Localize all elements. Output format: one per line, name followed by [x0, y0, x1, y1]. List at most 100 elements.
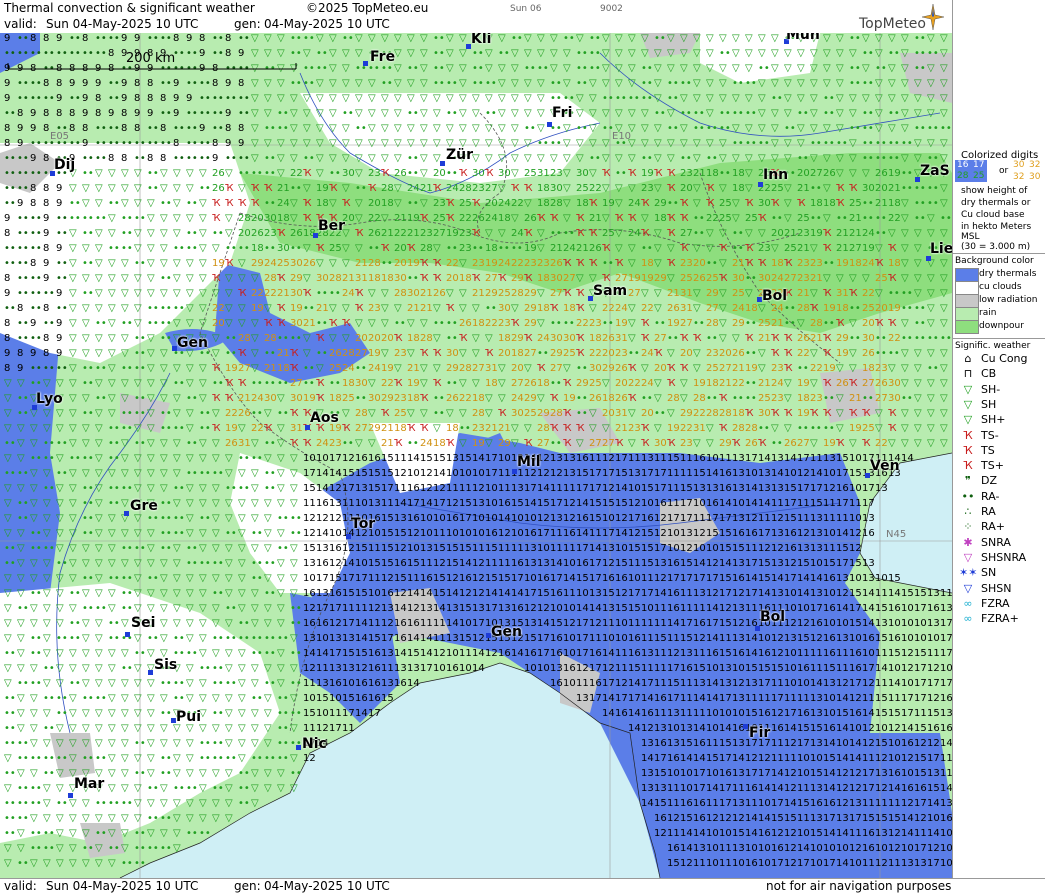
svg-text:18: 18 [251, 243, 264, 254]
svg-text:▽: ▽ [420, 318, 428, 329]
svg-text:11: 11 [381, 498, 394, 509]
svg-text:16: 16 [563, 528, 576, 539]
city-label-sam[interactable]: Sam [593, 283, 627, 299]
city-label-zur[interactable]: Zür [446, 147, 473, 163]
svg-text:▽: ▽ [43, 798, 51, 809]
svg-text:••: •• [277, 108, 289, 119]
city-label-lie[interactable]: Lie [930, 241, 952, 257]
svg-text:12: 12 [771, 633, 784, 644]
svg-text:▽: ▽ [225, 618, 233, 629]
svg-text:▽: ▽ [563, 48, 571, 59]
city-label-mil[interactable]: Mil [517, 454, 541, 470]
svg-text:21: 21 [316, 303, 329, 314]
svg-text:▽: ▽ [95, 858, 103, 869]
svg-text:▽: ▽ [784, 423, 792, 434]
city-label-fre[interactable]: Fre [370, 49, 395, 65]
svg-text:▽: ▽ [56, 648, 64, 659]
svg-text:▽: ▽ [303, 123, 311, 134]
city-label-fri[interactable]: Fri [552, 105, 572, 121]
city-label-inn[interactable]: Inn [763, 167, 788, 183]
weather-map[interactable]: 9 •• 8 8 9 •• 8 •• •• 9 9 •• •• 8 9 8 •• 8 •• •• •• •• •• •• •• •… [0, 33, 952, 878]
svg-text:••: •• [4, 153, 16, 164]
svg-text:12: 12 [797, 618, 810, 629]
svg-text:9: 9 [186, 93, 192, 104]
city-label-lyo[interactable]: Lyo [36, 391, 63, 407]
svg-text:13: 13 [316, 543, 329, 554]
svg-text:▽: ▽ [95, 453, 103, 464]
svg-text:••: •• [43, 483, 55, 494]
svg-text:••: •• [173, 783, 185, 794]
city-label-ven[interactable]: Ven [870, 458, 900, 474]
svg-text:▽: ▽ [459, 258, 467, 269]
svg-text:27: 27 [875, 393, 888, 404]
svg-text:11: 11 [940, 588, 952, 599]
svg-text:▽: ▽ [329, 258, 337, 269]
svg-text:▽: ▽ [745, 33, 753, 44]
svg-text:••: •• [446, 318, 458, 329]
city-label-bol-south[interactable]: Bol [760, 609, 785, 625]
svg-text:▽: ▽ [602, 378, 610, 389]
city-label-tor[interactable]: Tor [351, 516, 375, 532]
svg-text:••: •• [472, 243, 484, 254]
svg-text:15: 15 [745, 663, 758, 674]
city-label-gre[interactable]: Gre [130, 498, 158, 514]
city-label-fir[interactable]: Fir [749, 725, 770, 741]
svg-text:11: 11 [875, 798, 888, 809]
svg-text:▽: ▽ [433, 243, 441, 254]
svg-text:Ҡ: Ҡ [810, 408, 819, 419]
svg-text:17: 17 [940, 618, 952, 629]
svg-text:16: 16 [654, 498, 667, 509]
svg-text:Ҡ: Ҡ [719, 393, 728, 404]
svg-text:▽: ▽ [888, 33, 896, 44]
city-label-sis[interactable]: Sis [154, 657, 177, 673]
svg-text:13: 13 [641, 453, 654, 464]
svg-text:▽: ▽ [264, 528, 272, 539]
city-label-pui[interactable]: Pui [176, 709, 201, 725]
svg-text:▽: ▽ [628, 183, 636, 194]
city-label-ber[interactable]: Ber [318, 218, 345, 234]
city-label-kli[interactable]: Kli [471, 33, 491, 47]
svg-text:19: 19 [862, 243, 875, 254]
svg-text:16: 16 [849, 708, 862, 719]
svg-text:▽: ▽ [524, 48, 532, 59]
svg-text:▽: ▽ [524, 78, 532, 89]
svg-text:10: 10 [615, 618, 628, 629]
svg-text:14: 14 [316, 483, 329, 494]
topmeteo-logo[interactable]: TopMeteo [834, 4, 944, 32]
svg-text:▽: ▽ [121, 468, 129, 479]
svg-text:10: 10 [784, 468, 797, 479]
svg-text:••: •• [407, 273, 419, 284]
svg-text:11: 11 [563, 588, 576, 599]
svg-text:13: 13 [303, 633, 316, 644]
city-label-aos[interactable]: Aos [310, 410, 339, 426]
svg-text:27: 27 [485, 273, 498, 284]
city-label-zas[interactable]: ZaS [920, 163, 950, 179]
city-label-nic[interactable]: Nic [302, 736, 327, 752]
svg-text:••: •• [4, 813, 16, 824]
svg-text:17: 17 [745, 768, 758, 779]
city-label-dij[interactable]: Dij [54, 157, 75, 173]
city-label-bol-north[interactable]: Bol [762, 288, 787, 304]
svg-text:▽: ▽ [381, 303, 389, 314]
svg-text:••: •• [251, 408, 263, 419]
svg-text:••: •• [485, 108, 497, 119]
svg-text:▽: ▽ [82, 423, 90, 434]
svg-text:••: •• [212, 378, 224, 389]
svg-text:▽: ▽ [199, 288, 207, 299]
svg-text:▽: ▽ [771, 63, 779, 74]
city-label-sei[interactable]: Sei [131, 615, 155, 631]
city-label-gen-west[interactable]: Gen [177, 335, 208, 351]
svg-text:••: •• [43, 753, 55, 764]
svg-text:Ҡ: Ҡ [420, 273, 429, 284]
svg-text:8: 8 [43, 123, 49, 134]
svg-text:15: 15 [589, 498, 602, 509]
svg-text:10: 10 [940, 843, 952, 854]
svg-text:16: 16 [732, 573, 745, 584]
city-label-gen-south[interactable]: Gen [491, 624, 522, 640]
city-label-mun[interactable]: Mün [786, 33, 820, 43]
city-label-mar[interactable]: Mar [74, 776, 104, 792]
svg-text:▽: ▽ [147, 228, 155, 239]
svg-text:Ҡ: Ҡ [667, 228, 676, 239]
svg-text:16: 16 [901, 783, 914, 794]
svg-text:23: 23 [420, 228, 433, 239]
